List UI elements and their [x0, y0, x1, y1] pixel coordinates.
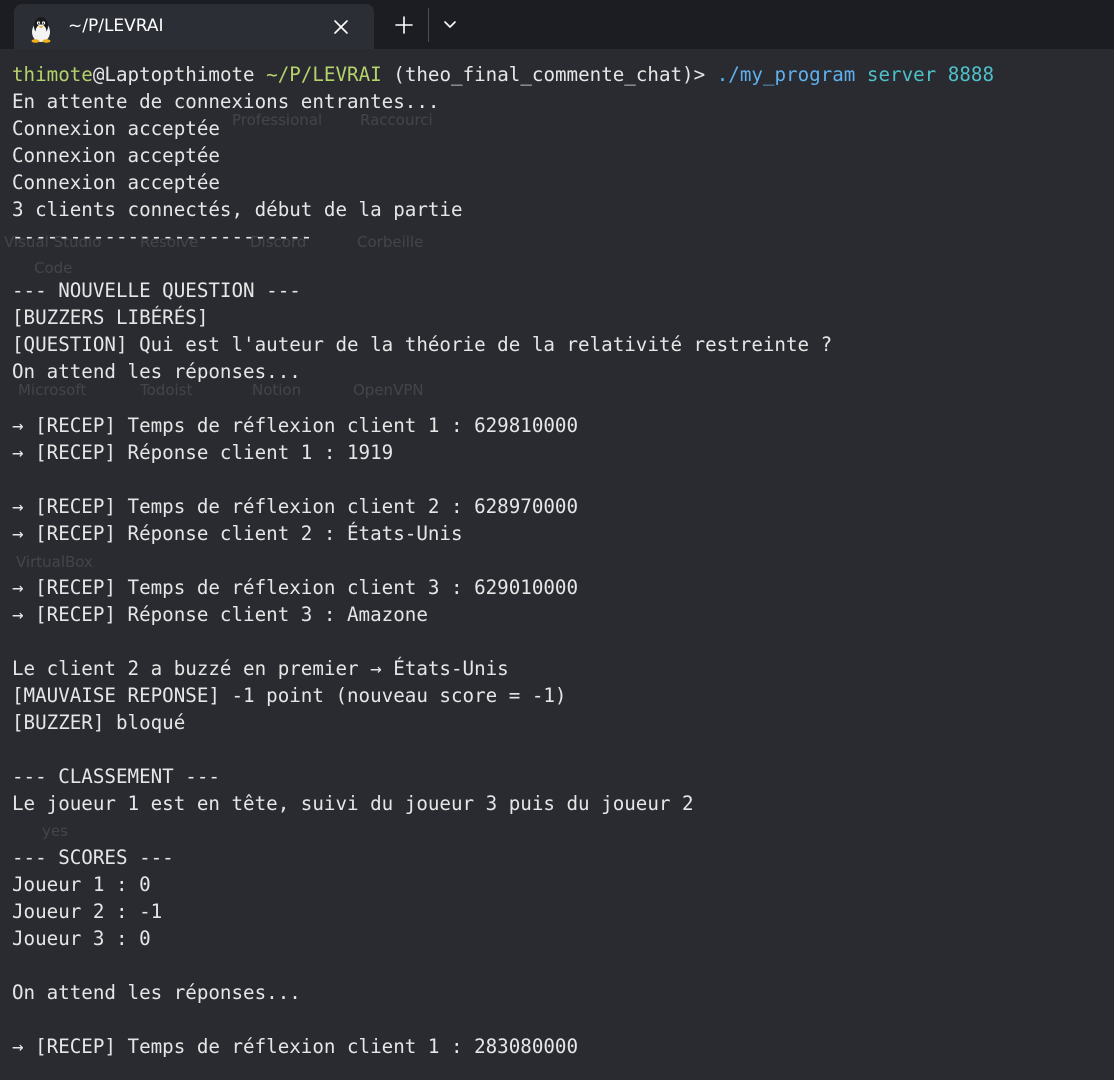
prompt-branch: (theo_final_commente_chat)> [393, 63, 706, 86]
prompt-line: thimote@Laptopthimote ~/P/LEVRAI (theo_f… [12, 61, 1102, 88]
output-line: Joueur 3 : 0 [12, 927, 151, 950]
output-line: En attente de connexions entrantes... [12, 90, 440, 113]
tab-divider [428, 8, 429, 42]
terminal-output: thimote@Laptopthimote ~/P/LEVRAI (theo_f… [12, 61, 1102, 1060]
output-line: --- SCORES --- [12, 846, 174, 869]
prompt-args: server 8888 [866, 63, 994, 86]
output-line: → [RECEP] Réponse client 2 : États-Unis [12, 522, 463, 545]
output-line: → [RECEP] Temps de réflexion client 3 : … [12, 576, 579, 599]
output-line: [BUZZER] bloqué [12, 711, 186, 734]
output-line: → [RECEP] Réponse client 1 : 1919 [12, 441, 394, 464]
output-line: On attend les réponses... [12, 360, 301, 383]
output-line: On attend les réponses... [12, 981, 301, 1004]
terminal-area[interactable]: Professional Raccourci Visual Studio Res… [0, 49, 1114, 1080]
output-line: Le client 2 a buzzé en premier → États-U… [12, 657, 509, 680]
close-icon[interactable] [328, 14, 354, 40]
output-line: → [RECEP] Temps de réflexion client 1 : … [12, 414, 579, 437]
output-line: [MAUVAISE REPONSE] -1 point (nouveau sco… [12, 684, 567, 707]
output-line: → [RECEP] Réponse client 3 : Amazone [12, 603, 428, 626]
output-line: Connexion acceptée [12, 171, 220, 194]
output-line: [BUZZERS LIBÉRÉS] [12, 306, 209, 329]
output-line: Joueur 2 : -1 [12, 900, 163, 923]
output-line: [QUESTION] Qui est l'auteur de la théori… [12, 333, 833, 356]
output-line: Joueur 1 : 0 [12, 873, 151, 896]
chevron-down-icon [444, 21, 456, 28]
output-line: --- NOUVELLE QUESTION --- [12, 279, 301, 302]
output-line: → [RECEP] Temps de réflexion client 1 : … [12, 1035, 579, 1058]
output-line: 3 clients connectés, début de la partie [12, 198, 463, 221]
tab-dropdown-button[interactable] [436, 10, 464, 40]
output-line: Le joueur 1 est en tête, suivi du joueur… [12, 792, 694, 815]
plus-icon [395, 16, 413, 34]
prompt-host: @Laptopthimote [92, 63, 255, 86]
linux-penguin-icon [28, 15, 54, 43]
output-lines: En attente de connexions entrantes... Con… [12, 88, 1102, 1060]
prompt-user: thimote [12, 63, 93, 86]
prompt-command: ./my_program [716, 63, 856, 86]
output-line: --- CLASSEMENT --- [12, 765, 220, 788]
output-line: -------------------------- [12, 225, 313, 248]
output-line: → [RECEP] Temps de réflexion client 2 : … [12, 495, 579, 518]
output-line: Connexion acceptée [12, 117, 220, 140]
prompt-path: ~/P/LEVRAI [266, 63, 382, 86]
tab-bar: ~/P/LEVRAI [0, 0, 1114, 49]
tab-title: ~/P/LEVRAI [68, 16, 164, 36]
tab-terminal[interactable]: ~/P/LEVRAI [14, 4, 374, 49]
output-line: Connexion acceptée [12, 144, 220, 167]
new-tab-button[interactable] [388, 10, 420, 40]
